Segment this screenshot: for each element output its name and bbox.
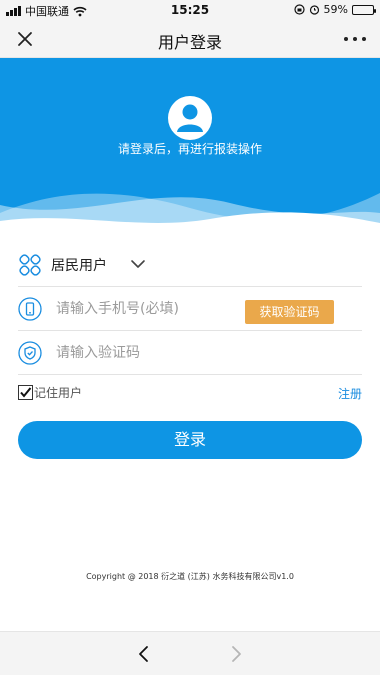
code-row: [18, 331, 362, 375]
status-right: 59%: [293, 3, 376, 16]
lock-rotation-icon: [293, 4, 305, 15]
login-prompt: 请登录后，再进行报装操作: [117, 142, 262, 156]
copyright-text: Copyright @ 2018 衍之道 (江苏) 水务科技有限公司v1.0: [86, 572, 294, 581]
phone-input[interactable]: [56, 297, 236, 321]
bottom-toolbar: [0, 631, 380, 675]
battery-icon: [352, 4, 376, 15]
battery-percent: 59%: [323, 3, 348, 16]
remember-user: 记住用户: [18, 384, 82, 401]
nav-bar: 用户登录: [0, 20, 380, 58]
get-code-button[interactable]: 获取验证码: [245, 300, 334, 324]
code-input[interactable]: [56, 341, 236, 365]
register-link[interactable]: 注册: [338, 385, 362, 402]
chevron-down-icon[interactable]: [130, 256, 146, 272]
phone-row: 获取验证码: [18, 287, 362, 331]
checkmark-icon: [20, 387, 32, 398]
status-bar: 中国联通 15:25 59%: [0, 0, 380, 20]
more-icon[interactable]: [344, 29, 366, 49]
forward-icon[interactable]: [226, 644, 246, 664]
remember-checkbox[interactable]: [18, 385, 33, 400]
user-type-value: 居民用户: [51, 258, 107, 274]
avatar-icon: [168, 96, 212, 140]
user-type-selector[interactable]: 居民用户: [18, 243, 362, 287]
shield-icon: [18, 341, 42, 365]
phone-icon: [18, 297, 42, 321]
back-icon[interactable]: [134, 644, 154, 664]
page-title: 用户登录: [157, 33, 222, 52]
wave-decoration: [0, 193, 380, 233]
login-button[interactable]: 登录: [18, 421, 362, 459]
header-banner: 请登录后，再进行报装操作: [0, 58, 380, 233]
user-type-icon: [19, 254, 41, 276]
alarm-icon: [309, 5, 319, 15]
remember-label: 记住用户: [34, 386, 83, 400]
